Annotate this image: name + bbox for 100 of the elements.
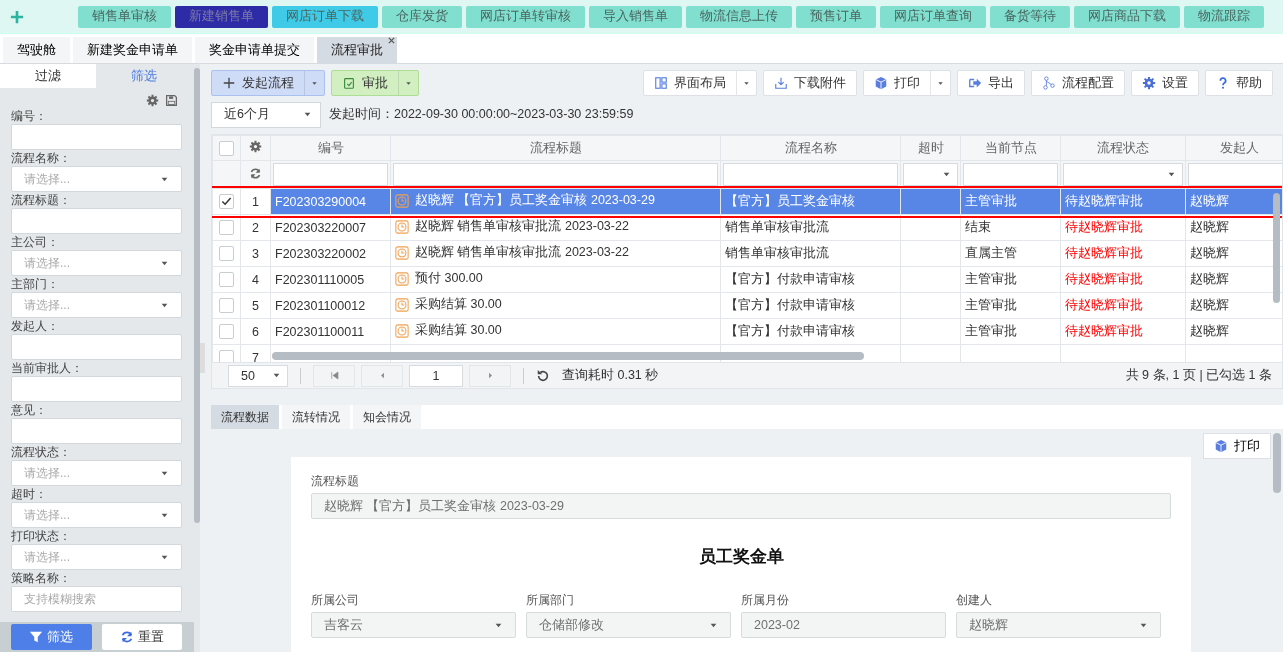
field-value: 赵晓辉 — [969, 616, 1008, 634]
pager-button[interactable] — [361, 364, 403, 387]
scrollbar[interactable] — [1273, 193, 1280, 303]
input-field[interactable] — [11, 334, 182, 360]
period-select[interactable]: 近6个月 — [211, 101, 321, 128]
input-field[interactable] — [11, 376, 182, 402]
filter-button[interactable]: 筛选 — [11, 624, 92, 650]
scrollbar[interactable] — [272, 352, 864, 360]
toolbar-button[interactable]: 导出 — [958, 71, 1024, 95]
column-header[interactable]: 流程状态 — [1060, 135, 1186, 161]
table-cell: 待赵晓辉审批 — [1060, 240, 1186, 267]
table-cell: 待赵晓辉审批 — [1060, 266, 1186, 293]
input-field[interactable]: 2023-02 — [741, 612, 946, 638]
cube-icon — [874, 76, 888, 90]
filter-field[interactable] — [393, 163, 718, 186]
select-value: 近6个月 — [224, 106, 270, 123]
column-header[interactable]: 编号 — [270, 135, 391, 161]
column-header[interactable]: 流程名称 — [720, 135, 901, 161]
plus-icon[interactable] — [10, 9, 24, 24]
detail-tab[interactable]: 知会情况 — [353, 405, 421, 429]
refresh-icon[interactable] — [249, 166, 262, 180]
pager-button[interactable] — [469, 364, 511, 387]
column-header[interactable]: 流程标题 — [390, 135, 721, 161]
column-header[interactable]: 超时 — [900, 135, 961, 161]
print-button[interactable]: 打印 — [1203, 433, 1271, 459]
checkbox[interactable] — [219, 298, 234, 314]
checkbox[interactable] — [219, 350, 234, 362]
page-field[interactable]: 1 — [409, 364, 463, 387]
collapse-handle[interactable] — [200, 343, 205, 373]
checkbox[interactable] — [219, 272, 234, 288]
table-cell: F202303220002 — [270, 240, 391, 267]
caret-icon — [272, 371, 281, 380]
toolbar-button[interactable]: 流程配置 — [1032, 71, 1124, 95]
settings-icon[interactable] — [146, 94, 159, 107]
field-value: 吉客云 — [324, 616, 363, 634]
checkbox[interactable] — [219, 194, 234, 210]
clock-icon — [395, 219, 409, 234]
page-tab[interactable]: 流程审批 — [317, 37, 397, 63]
table-cell: 【官方】付款申请审核 — [720, 292, 901, 319]
close-icon[interactable] — [388, 37, 395, 44]
nav-button[interactable]: 销售单审核 — [78, 5, 171, 28]
nav-button[interactable]: 预售订单 — [796, 5, 876, 28]
nav-button[interactable]: 物流跟踪 — [1184, 5, 1264, 28]
filter-field[interactable] — [963, 163, 1058, 186]
filter-select[interactable] — [903, 163, 958, 186]
placeholder: 支持模糊搜索 — [24, 590, 96, 608]
field-label: 所属部门 — [526, 592, 575, 609]
nav-button[interactable]: 备货等待 — [990, 5, 1070, 28]
query-time: 查询耗时 0.31 秒 — [562, 367, 659, 384]
nav-button[interactable]: 网店订单下载 — [272, 5, 378, 28]
panel-tab[interactable]: 过滤 — [0, 64, 96, 88]
detail-tab[interactable]: 流转情况 — [282, 405, 350, 429]
nav-button[interactable]: 仓库发货 — [382, 5, 462, 28]
field-value: 赵晓辉 【官方】员工奖金审核 2023-03-29 — [324, 497, 564, 515]
detail-tab[interactable]: 流程数据 — [211, 405, 279, 429]
checkbox[interactable] — [219, 246, 234, 262]
cube-icon — [1214, 439, 1228, 453]
input-field[interactable] — [11, 124, 182, 150]
input-field[interactable] — [11, 208, 182, 234]
column-header[interactable]: 发起人 — [1185, 135, 1282, 161]
nav-button[interactable]: 物流信息上传 — [686, 5, 792, 28]
cell-text: 采购结算 30.00 — [415, 296, 502, 314]
field-label: 主公司： — [11, 234, 60, 250]
refresh-icon[interactable] — [536, 368, 550, 383]
table-cell: 【官方】付款申请审核 — [720, 318, 901, 345]
select-field[interactable]: 仓储部修改 — [526, 612, 731, 638]
scrollbar[interactable] — [1273, 433, 1281, 493]
field-label: 发起人： — [11, 318, 60, 334]
save-icon[interactable] — [165, 94, 178, 107]
table-cell: 结束 — [960, 214, 1061, 241]
pager-button[interactable] — [313, 364, 355, 387]
scrollbar[interactable] — [194, 68, 200, 523]
column-header[interactable]: 当前节点 — [960, 135, 1061, 161]
toolbar-button[interactable]: 下载附件 — [764, 71, 856, 95]
settings-icon[interactable] — [249, 140, 262, 153]
nav-button[interactable]: 网店商品下载 — [1074, 5, 1180, 28]
filter-field[interactable] — [273, 163, 388, 186]
input-field[interactable]: 赵晓辉 【官方】员工奖金审核 2023-03-29 — [311, 493, 1171, 519]
checkbox[interactable] — [219, 140, 234, 156]
nav-button[interactable]: 网店订单转审核 — [466, 5, 585, 28]
filter-field[interactable] — [1188, 163, 1282, 186]
filter-field[interactable] — [723, 163, 898, 186]
field-label: 意见： — [11, 402, 48, 418]
select-field[interactable]: 吉客云 — [311, 612, 516, 638]
select-field[interactable]: 赵晓辉 — [956, 612, 1161, 638]
toolbar-button[interactable]: 设置 — [1132, 71, 1198, 95]
input-field[interactable] — [11, 418, 182, 444]
page-size-select[interactable]: 50 — [228, 364, 288, 387]
page-tab[interactable]: 新建奖金申请单 — [73, 37, 192, 63]
page-tab[interactable]: 奖金申请单提交 — [195, 37, 314, 63]
nav-button[interactable]: 导入销售单 — [589, 5, 682, 28]
checkbox[interactable] — [219, 220, 234, 236]
reset-button[interactable]: 重置 — [101, 624, 182, 650]
filter-select[interactable] — [1063, 163, 1183, 186]
nav-button[interactable]: 网店订单查询 — [880, 5, 986, 28]
page-tab[interactable]: 驾驶舱 — [3, 37, 70, 63]
field-label: 所属月份 — [741, 592, 790, 609]
toolbar-button[interactable]: 帮助 — [1206, 71, 1272, 95]
field-label: 打印状态： — [11, 528, 72, 544]
checkbox[interactable] — [219, 324, 234, 340]
